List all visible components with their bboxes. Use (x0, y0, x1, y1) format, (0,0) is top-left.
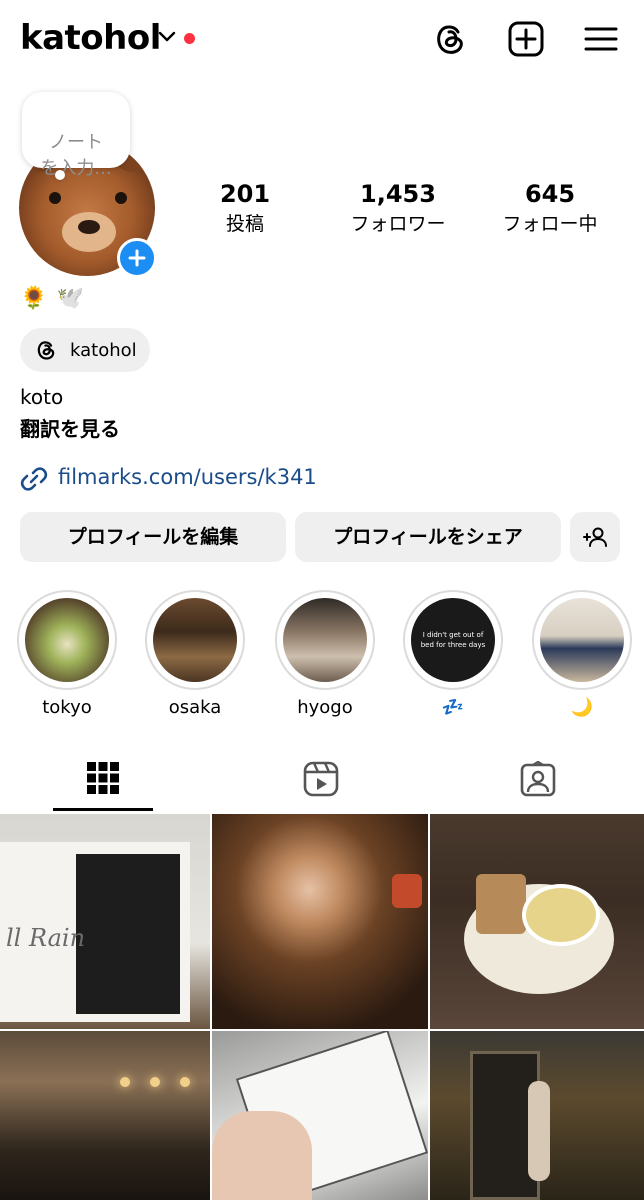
post-thumbnail[interactable] (430, 814, 644, 1029)
tab-grid[interactable] (53, 752, 153, 812)
link-icon (20, 467, 48, 491)
followers-count[interactable]: 1,453 フォロワー (328, 178, 468, 238)
highlight-ring: I didn't get out of bed for three days (403, 590, 503, 690)
highlight-cover (153, 598, 237, 682)
username-switcher[interactable]: katohol (20, 18, 161, 58)
following-value: 645 (524, 180, 576, 208)
highlight-item[interactable]: 🌙 (532, 590, 632, 722)
tab-reels[interactable] (270, 752, 370, 812)
following-count[interactable]: 645 フォロー中 (480, 178, 620, 238)
chevron-down-icon[interactable] (158, 30, 176, 44)
highlight-cover-text: I didn't get out of bed for three days (420, 631, 486, 649)
note-placeholder: ノート を入力... (40, 132, 112, 179)
profile-header: katohol (0, 0, 644, 80)
posts-value: 201 (219, 180, 271, 208)
highlight-item[interactable]: tokyo (17, 590, 117, 722)
post-text: ll Rain (6, 924, 86, 952)
avatar-eye (115, 192, 127, 204)
create-icon[interactable] (507, 20, 545, 58)
active-tab-indicator (53, 808, 153, 811)
followers-value: 1,453 (360, 180, 436, 208)
tab-tagged[interactable] (487, 752, 587, 812)
highlight-label: 💤 (441, 697, 465, 718)
post-light (120, 1077, 130, 1087)
post-thumbnail[interactable] (212, 1031, 428, 1200)
tagged-icon (520, 761, 556, 797)
highlight-ring (145, 590, 245, 690)
grid-icon (87, 762, 119, 794)
threads-badge[interactable]: katohol (20, 328, 150, 372)
posts-label: 投稿 (225, 213, 264, 235)
avatar-nose (78, 220, 100, 234)
post-lamp (392, 874, 422, 908)
highlight-item[interactable]: hyogo (275, 590, 375, 722)
dove-emoji: 🕊️ (56, 286, 84, 311)
highlight-cover (25, 598, 109, 682)
post-thumbnail[interactable] (430, 1031, 644, 1200)
followers-label: フォロワー (350, 213, 446, 235)
threads-handle: katohol (70, 340, 137, 361)
plus-icon (128, 249, 146, 267)
posts-count[interactable]: 201 投稿 (175, 178, 315, 238)
avatar-eye (49, 192, 61, 204)
highlight-label: 🌙 (570, 697, 594, 718)
post-soup (522, 884, 600, 946)
note-bubble-tail (55, 170, 65, 180)
add-story-button[interactable] (117, 238, 157, 278)
post-light (150, 1077, 160, 1087)
highlight-cover (283, 598, 367, 682)
highlight-ring (275, 590, 375, 690)
sunflower-emoji: 🌻 (20, 286, 48, 311)
post-thumbnail[interactable] (0, 1031, 210, 1200)
profile-tabs (0, 752, 644, 812)
highlight-label: hyogo (297, 697, 353, 718)
note-bubble[interactable]: ノート を入力... (22, 92, 130, 179)
reels-icon (303, 761, 339, 797)
highlight-item[interactable]: osaka (145, 590, 245, 722)
edit-profile-button[interactable]: プロフィールを編集 (20, 512, 286, 562)
post-light (180, 1077, 190, 1087)
highlight-cover: I didn't get out of bed for three days (411, 598, 495, 682)
post-person (528, 1081, 550, 1181)
highlight-ring (17, 590, 117, 690)
following-label: フォロー中 (502, 213, 598, 235)
post-thumbnail[interactable]: ll Rain (0, 814, 210, 1029)
post-bread (476, 874, 526, 934)
threads-icon[interactable] (431, 20, 469, 58)
share-profile-button[interactable]: プロフィールをシェア (295, 512, 561, 562)
see-translation-link[interactable]: 翻訳を見る (20, 413, 120, 442)
highlight-label: osaka (168, 697, 222, 718)
discover-people-button[interactable] (570, 512, 620, 562)
profile-emoji-row: 🌻 🕊️ (20, 286, 88, 314)
add-person-icon (583, 527, 607, 547)
profile-link-text: filmarks.com/users/k341 (58, 465, 317, 489)
highlight-label: tokyo (42, 697, 92, 718)
bio-name: koto (20, 385, 64, 409)
menu-icon[interactable] (582, 20, 620, 58)
notification-dot (184, 33, 195, 44)
post-frame (76, 854, 180, 1014)
highlight-ring (532, 590, 632, 690)
post-thumbnail[interactable] (212, 814, 428, 1029)
threads-icon (37, 341, 55, 360)
highlight-item[interactable]: I didn't get out of bed for three days 💤 (403, 590, 503, 722)
post-hand (212, 1111, 312, 1200)
highlight-cover (540, 598, 624, 682)
